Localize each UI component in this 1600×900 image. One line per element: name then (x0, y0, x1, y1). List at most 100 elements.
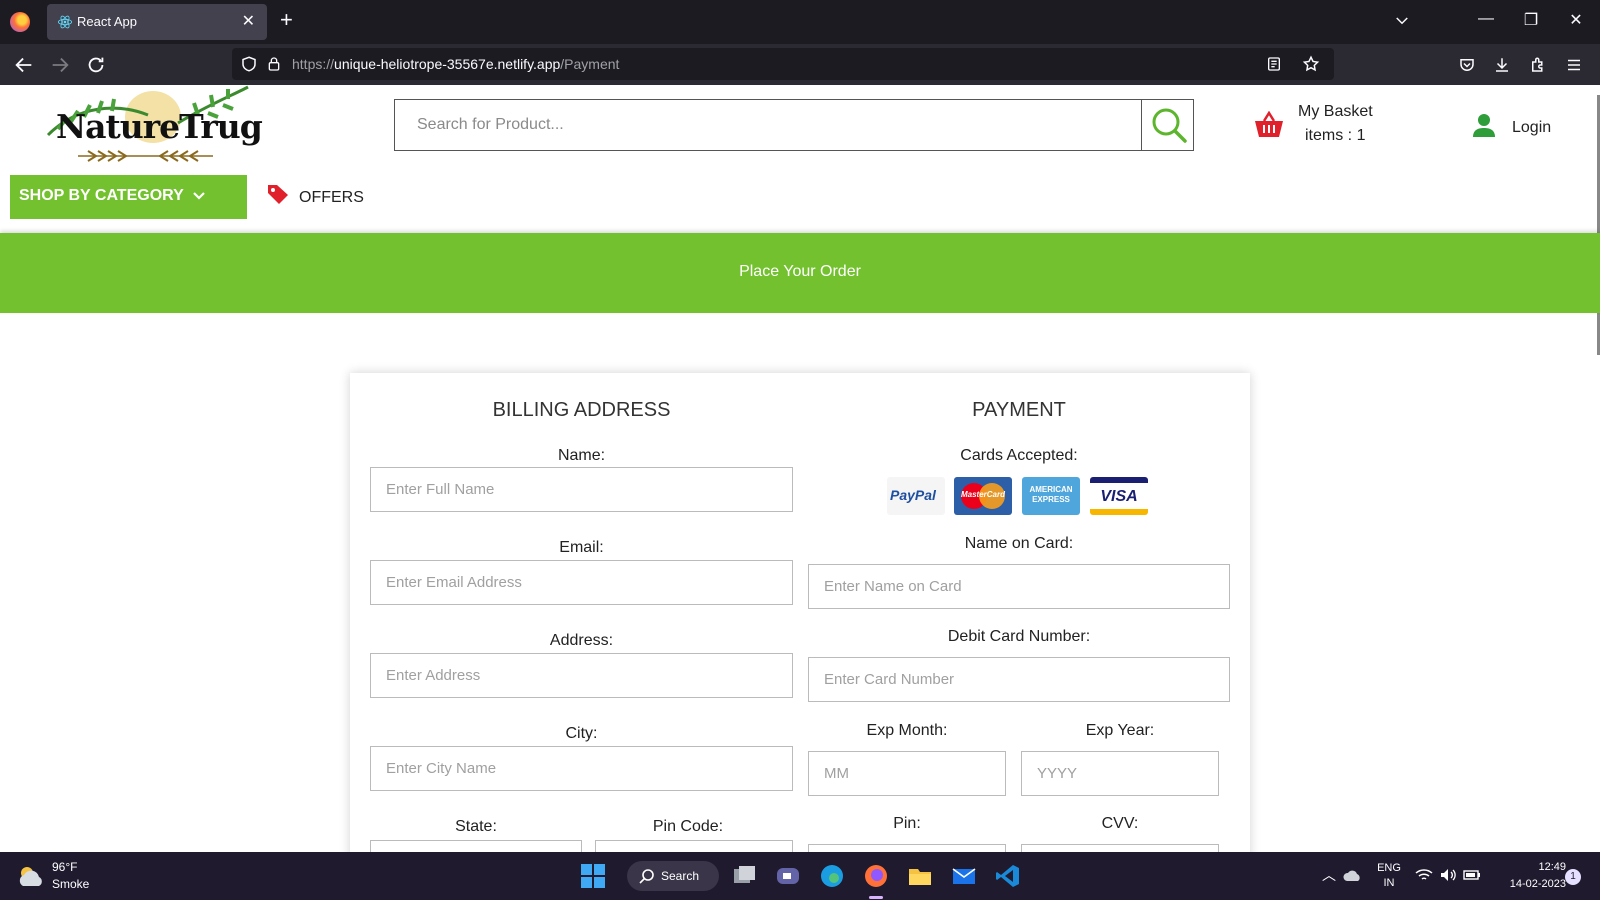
clock-time[interactable]: 12:49 (1488, 861, 1566, 873)
browser-tab[interactable]: React App ✕ (47, 4, 267, 40)
wifi-icon[interactable] (1415, 868, 1433, 882)
lock-icon[interactable] (266, 55, 282, 73)
basket-title: My Basket (1298, 103, 1373, 120)
search-icon (639, 869, 654, 884)
shield-icon[interactable] (240, 55, 258, 73)
teams-chat-icon[interactable] (775, 863, 801, 889)
firefox-icon[interactable] (10, 12, 30, 32)
back-icon[interactable] (13, 54, 35, 76)
exp-month-input[interactable] (808, 751, 1006, 796)
edge-icon[interactable] (819, 863, 845, 889)
chevron-down-icon[interactable] (1393, 12, 1411, 30)
volume-icon[interactable] (1439, 867, 1457, 883)
cards-accepted-label: Cards Accepted: (960, 447, 1078, 464)
address-input[interactable] (370, 653, 793, 698)
checkout-form-card: BILLING ADDRESS Name: Email: Address: Ci… (350, 373, 1250, 852)
address-bar[interactable]: https://unique-heliotrope-35567e.netlify… (232, 48, 1334, 80)
login-link[interactable]: Login (1466, 111, 1556, 141)
email-input[interactable] (370, 560, 793, 605)
accepted-cards: PayPal MasterCard AMERICAN EXPRESS VISA (887, 477, 1157, 517)
city-label: City: (565, 725, 598, 742)
notification-badge[interactable]: 1 (1565, 869, 1581, 885)
basket-count: items : 1 (1305, 127, 1366, 144)
pin-label: Pin: (893, 815, 921, 832)
basket-icon (1255, 111, 1283, 137)
visa-icon: VISA (1090, 477, 1148, 515)
language-bottom[interactable]: IN (1374, 877, 1404, 889)
user-icon (1473, 114, 1495, 137)
mail-icon[interactable] (951, 863, 977, 889)
extensions-icon[interactable] (1529, 54, 1547, 76)
weather-cloud-icon[interactable] (16, 864, 46, 888)
name-on-card-label: Name on Card: (964, 535, 1074, 552)
offers-label: OFFERS (299, 189, 364, 206)
amex-icon: AMERICAN EXPRESS (1022, 477, 1080, 515)
pin-input[interactable] (808, 844, 1006, 852)
exp-year-label: Exp Year: (1085, 722, 1155, 739)
search-input[interactable] (395, 100, 1141, 150)
site-logo[interactable]: NatureTrug (38, 85, 263, 171)
name-on-card-input[interactable] (808, 564, 1230, 609)
offers-link[interactable]: OFFERS (266, 181, 386, 211)
full-name-input[interactable] (370, 467, 793, 512)
reader-view-icon[interactable] (1266, 56, 1282, 72)
weather-temperature: 96°F (52, 860, 78, 874)
language-top[interactable]: ENG (1374, 862, 1404, 874)
order-banner: Place Your Order (0, 233, 1600, 313)
card-number-label: Debit Card Number: (947, 628, 1091, 645)
basket-link[interactable]: My Basket items : 1 (1252, 103, 1392, 153)
cvv-input[interactable] (1021, 844, 1219, 852)
battery-icon[interactable] (1463, 868, 1481, 882)
windows-start-icon[interactable] (580, 863, 606, 889)
task-view-icon[interactable] (731, 863, 757, 889)
active-app-indicator (869, 896, 883, 899)
minimize-icon[interactable]: — (1474, 10, 1498, 28)
logo-text: NatureTrug (56, 107, 263, 146)
search-button[interactable] (1141, 100, 1193, 150)
search-bar (394, 99, 1194, 151)
category-button-label: SHOP BY CATEGORY (19, 187, 184, 204)
taskbar-search-label: Search (661, 869, 700, 883)
close-tab-icon[interactable]: ✕ (242, 11, 255, 31)
menu-icon[interactable] (1565, 54, 1583, 76)
vscode-icon[interactable] (995, 863, 1021, 889)
restore-icon[interactable]: ❐ (1519, 10, 1543, 30)
card-number-input[interactable] (808, 657, 1230, 702)
address-label: Address: (549, 632, 614, 649)
tab-title: React App (77, 14, 137, 29)
chevron-up-icon[interactable]: ︿ (1322, 865, 1336, 885)
new-tab-button[interactable]: + (280, 9, 293, 31)
firefox-taskbar-icon[interactable] (863, 863, 889, 889)
state-label: State: (455, 818, 497, 835)
shop-by-category-button[interactable]: SHOP BY CATEGORY (10, 175, 247, 219)
city-input[interactable] (370, 746, 793, 791)
close-window-icon[interactable]: ✕ (1564, 10, 1588, 30)
download-icon[interactable] (1493, 54, 1511, 76)
onedrive-icon[interactable] (1343, 867, 1363, 883)
tag-icon (268, 185, 288, 204)
exp-year-input[interactable] (1021, 751, 1219, 796)
web-page: NatureTrug My Basket items : 1 Login SHO… (0, 85, 1600, 852)
chevron-down-icon (193, 191, 205, 200)
cvv-label: CVV: (1101, 815, 1139, 832)
login-label: Login (1512, 119, 1552, 136)
weather-description: Smoke (52, 877, 90, 891)
state-input[interactable] (370, 840, 582, 852)
pin-code-input[interactable] (595, 840, 793, 852)
forward-icon[interactable] (49, 54, 71, 76)
file-explorer-icon[interactable] (907, 863, 933, 889)
billing-title: BILLING ADDRESS (492, 399, 671, 421)
exp-month-label: Exp Month: (866, 722, 948, 739)
pocket-icon[interactable] (1458, 54, 1476, 76)
browser-nav-bar: https://unique-heliotrope-35567e.netlify… (0, 44, 1600, 85)
name-label: Name: (557, 447, 606, 464)
star-icon[interactable] (1302, 55, 1320, 73)
clock-date[interactable]: 14-02-2023 (1488, 878, 1566, 890)
email-label: Email: (559, 539, 604, 556)
payment-title: PAYMENT (972, 399, 1066, 421)
taskbar-search-button[interactable]: Search (627, 861, 719, 891)
browser-tab-bar: React App ✕ + — ❐ ✕ (0, 0, 1600, 44)
url-text: https://unique-heliotrope-35567e.netlify… (292, 56, 620, 72)
reload-icon[interactable] (85, 54, 107, 76)
windows-taskbar: 96°F Smoke Search ︿ ENG IN 12:49 14-02-2… (0, 852, 1600, 900)
